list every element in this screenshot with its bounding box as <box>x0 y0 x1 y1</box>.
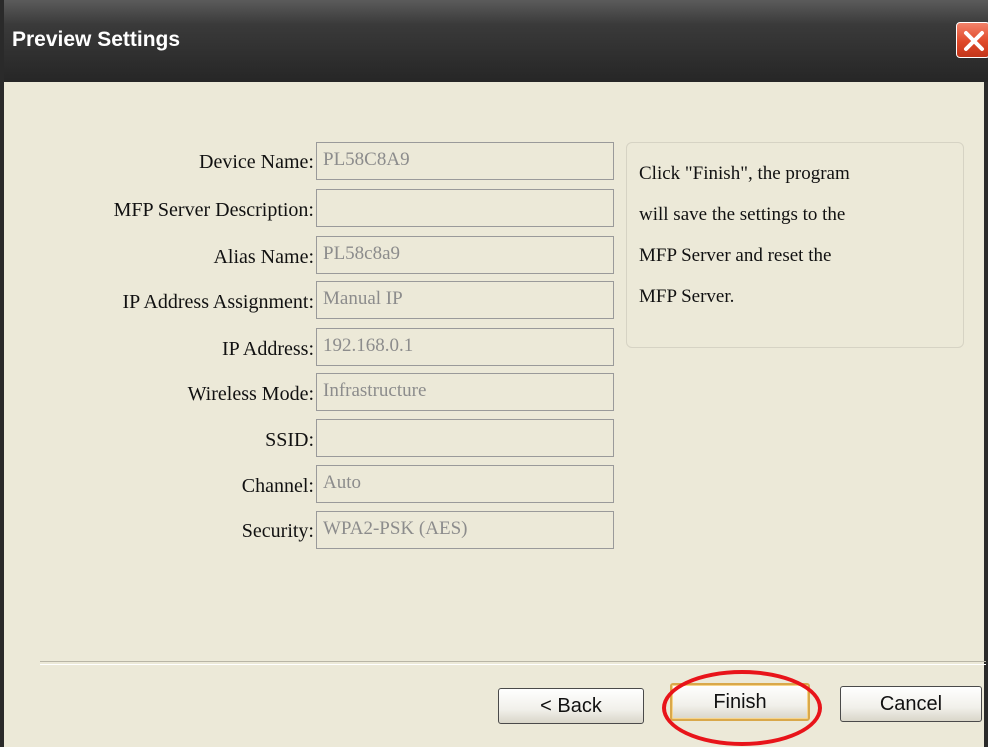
info-line: MFP Server and reset the <box>639 245 832 266</box>
mfp-description-field <box>316 189 614 227</box>
channel-field: Auto <box>316 465 614 503</box>
wireless-mode-label: Wireless Mode: <box>187 383 314 405</box>
wireless-mode-field: Infrastructure <box>316 373 614 411</box>
back-button[interactable]: < Back <box>498 688 644 724</box>
close-icon <box>964 31 984 51</box>
alias-name-field: PL58c8a9 <box>316 236 614 274</box>
window-title: Preview Settings <box>12 28 181 51</box>
channel-label: Channel: <box>241 475 314 497</box>
info-line: Click "Finish", the program <box>639 163 850 184</box>
ip-address-field: 192.168.0.1 <box>316 328 614 366</box>
ip-assignment-label: IP Address Assignment: <box>122 291 315 313</box>
info-panel: Click "Finish", the program will save th… <box>626 142 964 348</box>
info-line: MFP Server. <box>639 286 735 307</box>
security-field: WPA2-PSK (AES) <box>316 511 614 549</box>
ssid-label: SSID: <box>265 429 314 451</box>
cancel-button[interactable]: Cancel <box>840 686 982 722</box>
alias-name-label: Alias Name: <box>213 246 314 268</box>
finish-highlight-circle <box>662 670 822 746</box>
info-line: will save the settings to the <box>639 204 846 225</box>
ssid-field <box>316 419 614 457</box>
device-name-label: Device Name: <box>199 151 314 173</box>
title-bar[interactable]: Preview Settings <box>4 0 988 82</box>
ip-address-label: IP Address: <box>221 338 314 360</box>
footer-divider <box>40 661 986 665</box>
device-name-field: PL58C8A9 <box>316 142 614 180</box>
security-label: Security: <box>241 520 314 542</box>
ip-assignment-field: Manual IP <box>316 281 614 319</box>
mfp-description-label: MFP Server Description: <box>113 199 314 221</box>
preview-settings-window: Preview Settings Device Name: MFP Server… <box>0 0 988 747</box>
close-button[interactable] <box>956 22 988 58</box>
